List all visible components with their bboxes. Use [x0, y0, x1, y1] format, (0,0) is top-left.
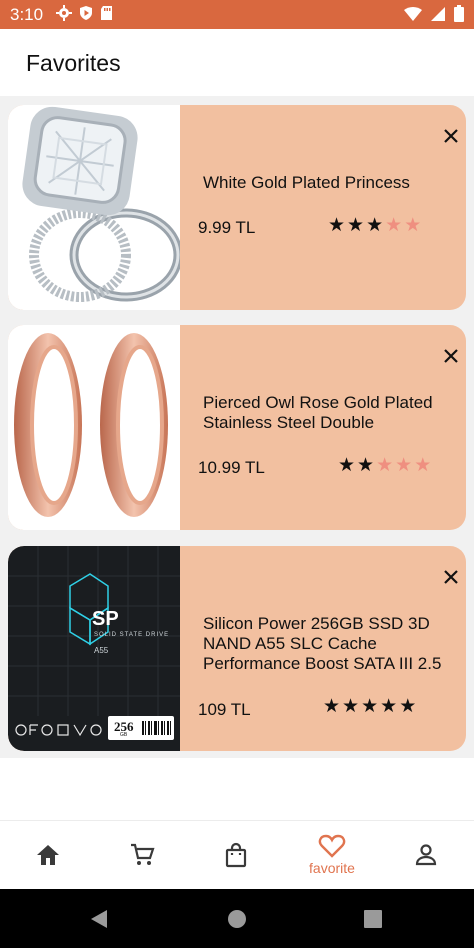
rating-stars: ★ ★ ★ ★ ★: [328, 216, 421, 235]
star-empty-icon: ★: [385, 215, 403, 236]
home-icon: [37, 845, 59, 865]
remove-favorite-button[interactable]: [440, 345, 462, 367]
ssd-capacity-unit: GB: [120, 732, 128, 738]
star-filled-icon: ★: [361, 696, 379, 717]
settings-gear-icon: [56, 5, 72, 21]
star-empty-icon: ★: [414, 455, 432, 476]
product-price: 109 TL: [198, 700, 251, 719]
nav-cart[interactable]: [108, 821, 176, 889]
ssd-brand-text: SP: [92, 608, 119, 630]
back-icon[interactable]: [89, 909, 109, 929]
product-title: White Gold Plated Princess: [203, 173, 410, 192]
close-icon: [444, 570, 458, 584]
star-filled-icon: ★: [323, 696, 341, 717]
product-price: 10.99 TL: [198, 458, 265, 477]
status-time: 3:10: [10, 5, 44, 24]
cell-signal-icon: [431, 6, 445, 21]
star-filled-icon: ★: [357, 455, 375, 476]
barcode-icon: [142, 721, 171, 735]
remove-favorite-button[interactable]: [440, 566, 462, 588]
ssd-model-text: A55: [94, 646, 109, 655]
diamond-ring-image: [8, 105, 180, 310]
nav-favorite-label: favorite: [309, 860, 355, 876]
close-icon: [444, 349, 458, 363]
ssd-image: SP Solid State Drive A55 256 GB: [8, 546, 180, 751]
play-protect-icon: [80, 6, 92, 20]
sd-card-icon: [101, 6, 112, 20]
favorite-card[interactable]: White Gold Plated Princess 9.99 TL ★ ★ ★…: [8, 105, 466, 310]
system-navigation-bar: [0, 889, 474, 948]
star-empty-icon: ★: [376, 455, 394, 476]
home-button-icon[interactable]: [227, 909, 247, 929]
page-title: Favorites: [26, 50, 121, 76]
star-filled-icon: ★: [366, 215, 384, 236]
ssd-line-text: Solid State Drive: [94, 632, 170, 638]
wifi-icon: [404, 6, 422, 21]
bag-icon: [225, 842, 247, 868]
recents-icon[interactable]: [364, 910, 382, 928]
product-title: Pierced Owl Rose Gold Plated Stainless S…: [203, 393, 433, 432]
nav-bag[interactable]: [202, 821, 270, 889]
star-filled-icon: ★: [380, 696, 398, 717]
star-empty-icon: ★: [404, 215, 422, 236]
favorites-list[interactable]: White Gold Plated Princess 9.99 TL ★ ★ ★…: [0, 96, 474, 758]
person-icon: [415, 844, 437, 866]
nav-home[interactable]: [14, 821, 82, 889]
favorite-card[interactable]: Pierced Owl Rose Gold Plated Stainless S…: [8, 325, 466, 530]
bottom-navigation: favorite: [0, 820, 474, 888]
nav-profile[interactable]: [392, 821, 460, 889]
star-filled-icon: ★: [342, 696, 360, 717]
heart-icon: [318, 834, 346, 858]
close-icon: [444, 129, 458, 143]
star-filled-icon: ★: [347, 215, 365, 236]
star-filled-icon: ★: [399, 696, 417, 717]
certification-marks-icon: [15, 724, 102, 737]
rose-gold-tunnels-image: [8, 325, 180, 530]
ssd-capacity-label: 256 GB: [108, 716, 174, 740]
nav-favorite[interactable]: favorite: [296, 821, 368, 889]
rating-stars: ★ ★ ★ ★ ★: [338, 456, 431, 475]
remove-favorite-button[interactable]: [440, 125, 462, 147]
cart-icon: [131, 843, 155, 865]
star-empty-icon: ★: [395, 455, 413, 476]
status-bar: 3:10: [0, 0, 474, 29]
star-filled-icon: ★: [328, 215, 346, 236]
rating-stars: ★ ★ ★ ★ ★: [323, 697, 416, 716]
favorite-card[interactable]: SP Solid State Drive A55 256 GB Silicon …: [8, 546, 466, 751]
star-filled-icon: ★: [338, 455, 356, 476]
battery-icon: [454, 5, 464, 22]
product-title: Silicon Power 256GB SSD 3D NAND A55 SLC …: [203, 614, 442, 673]
product-price: 9.99 TL: [198, 218, 256, 237]
